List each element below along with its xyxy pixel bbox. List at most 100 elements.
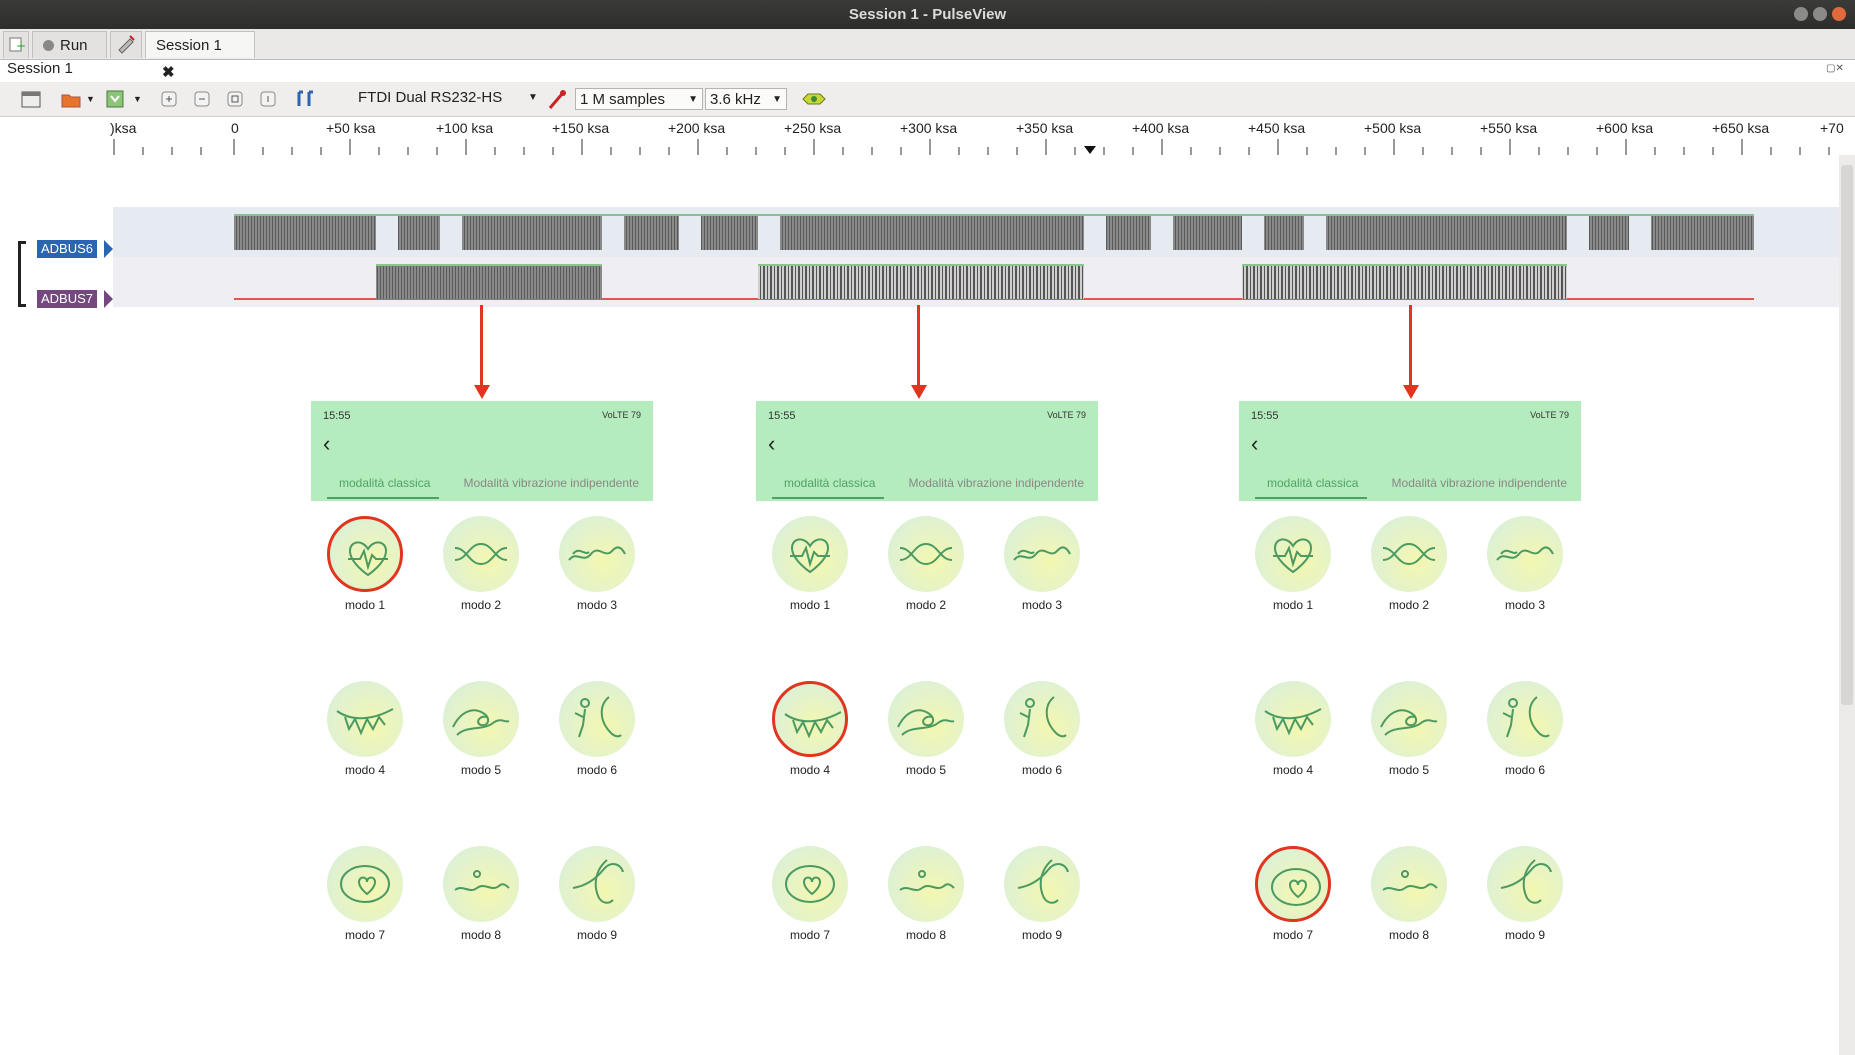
mode-pattern-icon <box>897 709 955 736</box>
mode-pattern-icon <box>1013 546 1071 561</box>
ruler-ticks <box>113 139 1830 155</box>
new-session-button[interactable]: + <box>3 31 29 58</box>
mode-label: modo 2 <box>460 598 502 612</box>
zoom-in-icon[interactable] <box>158 88 180 110</box>
run-button[interactable]: Run <box>32 31 107 58</box>
decoder-button[interactable] <box>110 31 142 58</box>
mode-icon-circle <box>327 516 403 592</box>
mode-pattern-icon <box>899 870 955 891</box>
maximize-icon[interactable] <box>1813 7 1827 21</box>
save-icon[interactable] <box>104 88 126 110</box>
add-decoder-icon[interactable] <box>800 88 828 110</box>
annotation-arrow <box>1409 305 1412 385</box>
time-ruler[interactable]: )ksa 0 +50 ksa +100 ksa +150 ksa +200 ks… <box>110 117 1844 155</box>
mode-icon-circle <box>1004 516 1080 592</box>
back-chevron-icon: ‹ <box>768 431 776 456</box>
open-icon[interactable] <box>60 88 82 110</box>
minimize-icon[interactable] <box>1794 7 1808 21</box>
device-dropdown-icon[interactable]: ▼ <box>528 92 538 103</box>
cursor-icon[interactable] <box>295 88 317 110</box>
mode-icon-circle <box>888 516 964 592</box>
mode-pattern-icon <box>454 542 508 566</box>
scrollbar-thumb[interactable] <box>1841 165 1853 705</box>
phone-time: 15:55 <box>768 410 796 422</box>
zoom-fit-icon[interactable] <box>224 88 246 110</box>
mode-label: modo 4 <box>789 763 831 777</box>
mode-icon-circle <box>1487 846 1563 922</box>
mode-label: modo 4 <box>1272 763 1314 777</box>
mode-icon-circle <box>772 516 848 592</box>
mode-pattern-icon <box>1382 870 1438 891</box>
mode-pattern-icon <box>574 696 622 738</box>
mode-pattern-icon <box>1380 709 1438 736</box>
mode-label: modo 7 <box>789 928 831 942</box>
close-tab-icon[interactable]: ✖ <box>162 64 175 81</box>
dock-buttons[interactable]: ▢✕ <box>1826 63 1844 74</box>
probe-config-icon[interactable] <box>546 88 568 110</box>
mode-item: modo 3 <box>997 516 1087 612</box>
tab-session-1[interactable]: Session 1 ✖ <box>145 31 255 81</box>
mode-label: modo 3 <box>576 598 618 612</box>
phone-status: VoLTE 79 <box>1047 410 1086 420</box>
samples-select[interactable]: 1 M samples ▼ <box>575 88 703 110</box>
tab-modalita-classica: modalità classica <box>339 476 431 490</box>
mode-pattern-icon <box>785 865 835 903</box>
zoom-out-icon[interactable] <box>191 88 213 110</box>
mode-label: modo 3 <box>1021 598 1063 612</box>
mode-label: modo 5 <box>905 763 947 777</box>
mode-label: modo 3 <box>1504 598 1546 612</box>
mode-label: modo 1 <box>1272 598 1314 612</box>
annotation-arrowhead <box>1403 385 1419 399</box>
device-selector[interactable]: FTDI Dual RS232-HS <box>358 89 502 106</box>
session-tab-label: Session 1 <box>156 37 222 54</box>
vertical-scrollbar[interactable] <box>1839 155 1855 1055</box>
mode-pattern-icon <box>1264 708 1322 736</box>
phone-status: VoLTE 79 <box>1530 410 1569 420</box>
mode-icon-circle <box>888 846 964 922</box>
mode-item: modo 3 <box>552 516 642 612</box>
mode-item: modo 7 <box>765 846 855 942</box>
annotation-arrow <box>480 305 483 385</box>
mode-item: modo 7 <box>320 846 410 942</box>
mode-item: modo 3 <box>1480 516 1570 612</box>
tab-modalita-indipendente: Modalità vibrazione indipendente <box>463 476 639 490</box>
mode-item: modo 6 <box>552 681 642 777</box>
mode-item: modo 1 <box>1248 516 1338 612</box>
mode-label: modo 4 <box>344 763 386 777</box>
tab-modalita-classica: modalità classica <box>1267 476 1359 490</box>
mode-icon-circle <box>772 846 848 922</box>
save-dropdown-icon[interactable]: ▼ <box>133 94 142 104</box>
samples-value: 1 M samples <box>580 91 666 108</box>
mode-item: modo 5 <box>1364 681 1454 777</box>
close-icon[interactable] <box>1832 7 1846 21</box>
probe-icon <box>118 35 135 54</box>
phone-screenshot-3: 15:55 VoLTE 79 ‹ modalità classica Modal… <box>1239 401 1581 501</box>
samplerate-select[interactable]: 3.6 kHz ▼ <box>705 88 787 110</box>
open-dropdown-icon[interactable]: ▼ <box>86 94 95 104</box>
mode-label: modo 5 <box>1388 763 1430 777</box>
mode-pattern-icon <box>1496 546 1554 561</box>
mode-item: modo 2 <box>881 516 971 612</box>
new-view-icon[interactable] <box>20 88 42 110</box>
mode-item: modo 2 <box>1364 516 1454 612</box>
mode-icon-circle <box>327 846 403 922</box>
back-chevron-icon: ‹ <box>1251 431 1259 456</box>
zoom-one-icon[interactable] <box>257 88 279 110</box>
tab-modalita-classica: modalità classica <box>784 476 876 490</box>
mode-label: modo 9 <box>1021 928 1063 942</box>
phone-screenshot-2: 15:55 VoLTE 79 ‹ modalità classica Modal… <box>756 401 1098 501</box>
mode-icon-circle <box>1255 846 1331 922</box>
mode-pattern-icon <box>1019 696 1067 738</box>
mode-item: modo 9 <box>552 846 642 942</box>
mode-icon-circle <box>1255 516 1331 592</box>
mode-pattern-icon <box>1273 538 1313 574</box>
mode-pattern-icon <box>899 542 953 566</box>
phone-status: VoLTE 79 <box>602 410 641 420</box>
window-title: Session 1 - PulseView <box>848 6 1007 23</box>
mode-icon-circle <box>559 681 635 757</box>
tab-underline <box>327 497 439 499</box>
tab-modalita-indipendente: Modalità vibrazione indipendente <box>908 476 1084 490</box>
mode-label: modo 9 <box>576 928 618 942</box>
mode-icon-circle <box>1487 516 1563 592</box>
mode-item: modo 5 <box>436 681 526 777</box>
